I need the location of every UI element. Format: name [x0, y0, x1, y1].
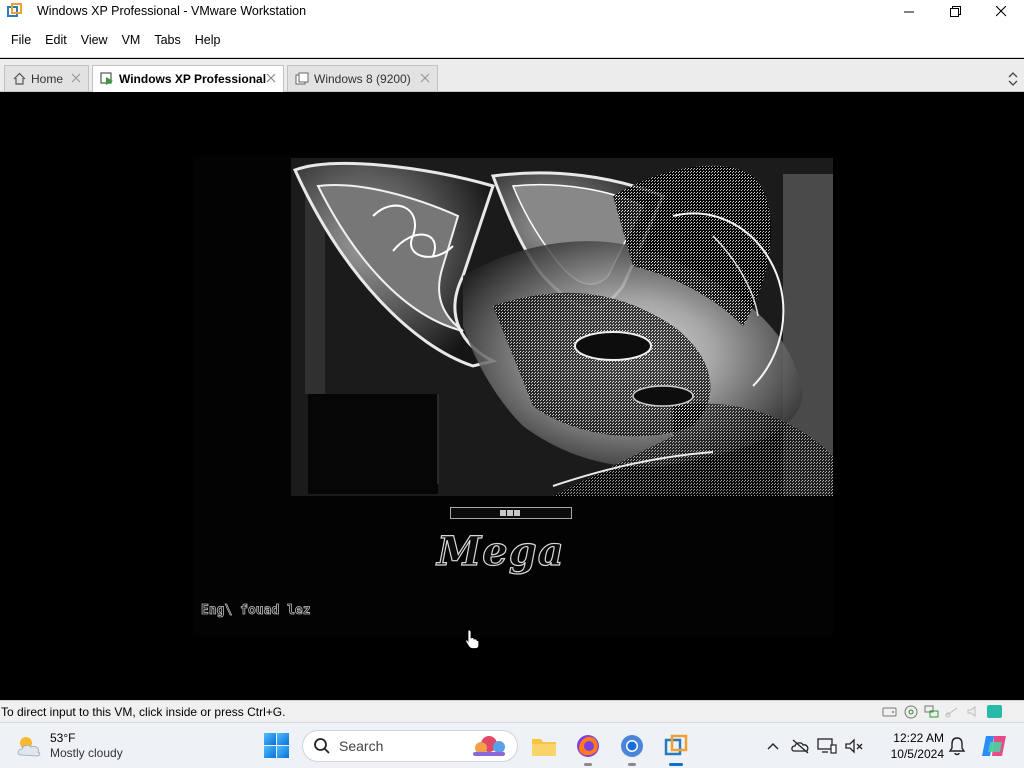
home-icon — [12, 72, 26, 86]
usb-device-icon[interactable] — [944, 704, 961, 719]
network-adapter-icon[interactable] — [923, 704, 940, 719]
search-label: Search — [339, 738, 384, 754]
close-window-button[interactable] — [978, 0, 1024, 22]
tab-label: Windows XP Professional — [119, 72, 267, 86]
show-hidden-icons-chevron-icon[interactable] — [762, 735, 784, 757]
sound-card-icon[interactable] — [965, 704, 982, 719]
tab-list-chevron-icon[interactable] — [1006, 67, 1020, 87]
tab-label: Windows 8 (9200) — [314, 71, 411, 86]
chrome-icon — [621, 735, 643, 757]
weather-temperature: 53°F — [50, 731, 76, 745]
clock-date: 10/5/2024 — [890, 747, 944, 761]
notification-bell-icon[interactable] — [948, 736, 966, 756]
cd-dvd-icon[interactable] — [902, 704, 919, 719]
vmware-icon — [664, 734, 688, 756]
network-display-icon[interactable] — [816, 735, 838, 757]
copilot-icon[interactable] — [980, 732, 1008, 760]
device-status-icons — [881, 704, 982, 719]
close-icon — [995, 5, 1006, 16]
running-indicator — [669, 763, 683, 766]
firefox-icon — [577, 735, 599, 757]
maximize-button[interactable] — [932, 0, 978, 22]
status-message: To direct input to this VM, click inside… — [1, 704, 286, 719]
volume-muted-icon[interactable] — [843, 735, 865, 757]
boot-progress-bar — [450, 507, 572, 519]
menu-help[interactable]: Help — [195, 33, 221, 47]
hard-disk-icon[interactable] — [881, 704, 898, 719]
menu-file[interactable]: File — [11, 33, 31, 47]
tab-windows-xp-professional[interactable]: Windows XP Professional — [92, 65, 284, 92]
tab-bar: Home Windows XP Professional Windows 8 (… — [0, 59, 1024, 92]
tab-close-icon[interactable] — [70, 72, 82, 84]
vmware-app-icon — [7, 3, 23, 19]
menu-view[interactable]: View — [81, 33, 108, 47]
taskbar-search-box[interactable]: Search — [302, 730, 518, 762]
status-bar: To direct input to this VM, click inside… — [0, 700, 1024, 722]
onedrive-offline-icon[interactable] — [789, 735, 811, 757]
taskbar-file-explorer[interactable] — [530, 732, 558, 760]
file-explorer-icon — [532, 739, 556, 756]
windows-taskbar: 53°F Mostly cloudy Search 12:22 AM 10/5/… — [0, 722, 1024, 768]
restore-icon — [949, 5, 961, 17]
windows-logo-pane — [264, 746, 276, 758]
vm-icon — [295, 72, 309, 86]
search-highlight-icon — [473, 736, 505, 756]
tab-close-icon[interactable] — [265, 72, 277, 84]
partly-cloudy-icon — [17, 737, 41, 757]
system-tray — [762, 733, 865, 759]
taskbar-firefox[interactable] — [574, 732, 602, 766]
window-controls — [886, 0, 1024, 22]
menu-edit[interactable]: Edit — [45, 33, 67, 47]
windows-logo-pane — [264, 733, 276, 745]
xp-boot-screen: Mega Eng\ fouad lez — [193, 156, 833, 636]
windows-logo-pane — [277, 733, 289, 745]
tab-home[interactable]: Home — [4, 65, 89, 91]
weather-widget[interactable]: 53°F Mostly cloudy — [15, 730, 123, 762]
clock-time: 12:22 AM — [893, 731, 944, 745]
search-icon — [314, 738, 330, 754]
taskbar-vmware[interactable] — [662, 732, 690, 766]
tab-close-icon[interactable] — [419, 72, 431, 84]
running-indicator — [584, 763, 592, 766]
vm-display[interactable]: Mega Eng\ fouad lez — [1, 92, 1023, 700]
message-log-icon[interactable] — [987, 705, 1002, 718]
weather-description: Mostly cloudy — [50, 746, 123, 760]
menu-bar: File Edit View VM Tabs Help — [0, 30, 1024, 50]
hand-pointer-cursor-icon — [465, 629, 479, 649]
menu-vm[interactable]: VM — [122, 33, 141, 47]
taskbar-chrome[interactable] — [618, 732, 646, 766]
weather-text: 53°F Mostly cloudy — [50, 731, 123, 761]
minimize-icon — [903, 11, 914, 12]
taskbar-clock[interactable]: 12:22 AM 10/5/2024 — [882, 730, 944, 762]
tab-windows-8[interactable]: Windows 8 (9200) — [287, 65, 438, 91]
window-title: Windows XP Professional - VMware Worksta… — [37, 4, 307, 18]
vm-running-icon — [100, 72, 114, 86]
windows-logo-pane — [277, 746, 289, 758]
start-button[interactable] — [264, 733, 289, 758]
minimize-button[interactable] — [886, 0, 932, 22]
tab-label: Home — [31, 71, 64, 86]
menu-tabs[interactable]: Tabs — [154, 33, 180, 47]
boot-credit-text: Eng\ fouad lez — [201, 603, 311, 619]
boot-logo-text: Mega — [436, 527, 565, 575]
title-bar: Windows XP Professional - VMware Worksta… — [0, 0, 1024, 22]
running-indicator — [628, 763, 636, 766]
